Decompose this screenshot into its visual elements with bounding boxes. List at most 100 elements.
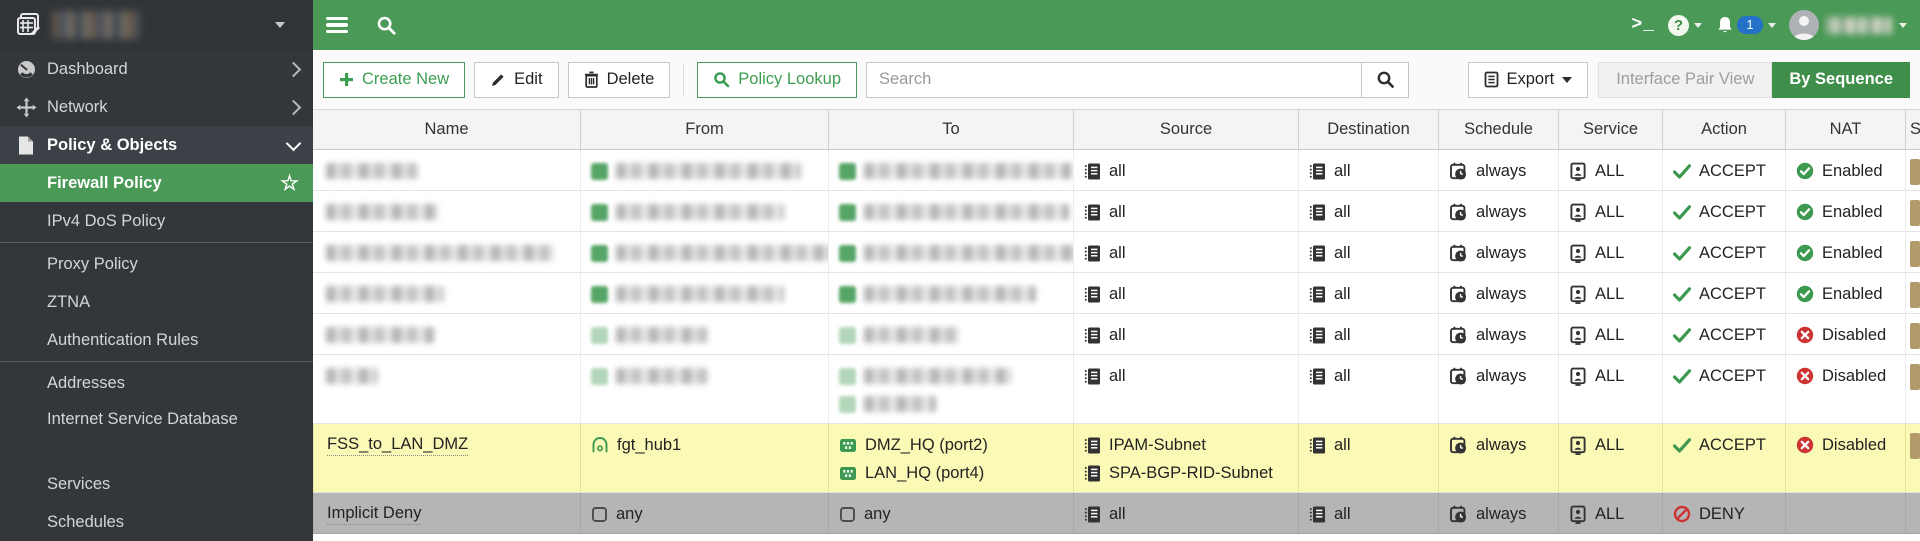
cell-security-profiles (1905, 424, 1920, 492)
sidebar-item-schedules[interactable]: Schedules (0, 503, 313, 541)
cell-entry: always (1449, 281, 1552, 307)
delete-button[interactable]: Delete (567, 61, 671, 98)
cell-entry: always (1449, 158, 1552, 184)
policy-row[interactable]: all all always ALL ACCEPT Disabled (313, 314, 1920, 355)
sidebar-item-label: Internet Service Database (47, 410, 238, 428)
column-header-overflow[interactable]: S (1905, 110, 1920, 149)
sidebar-item-network[interactable]: Network (0, 88, 313, 126)
address-book-icon (1309, 326, 1326, 345)
policy-row[interactable]: all all always ALL ACCEPT Disabled (313, 355, 1920, 424)
column-header-service[interactable]: Service (1558, 110, 1662, 149)
policy-row[interactable]: all all always ALL ACCEPT Enabled (313, 150, 1920, 191)
search-submit-icon[interactable] (1361, 62, 1408, 97)
sidebar-divider (0, 361, 313, 362)
column-header-from[interactable]: From (580, 110, 828, 149)
redacted-text (864, 396, 936, 412)
cell-entry (839, 240, 1073, 266)
export-caret-icon (1562, 76, 1573, 83)
policy-row[interactable]: all all always ALL ACCEPT Enabled (313, 232, 1920, 273)
column-header-source[interactable]: Source (1073, 110, 1298, 149)
column-header-schedule[interactable]: Schedule (1438, 110, 1558, 149)
cell-from (580, 232, 828, 272)
policy-name[interactable]: Implicit Deny (327, 504, 422, 525)
chevron-down-icon (285, 135, 302, 151)
create-new-button[interactable]: Create New (323, 61, 466, 98)
sidebar-item-internet-service-database[interactable]: Internet Service Database (0, 402, 267, 465)
policy-row[interactable]: FSS_to_LAN_DMZ fgt_hub1 DMZ_HQ (port2) LAN_… (313, 424, 1920, 493)
security-profile-chip (1910, 364, 1920, 390)
policy-row[interactable]: all all always ALL ACCEPT Enabled (313, 273, 1920, 314)
global-search-icon[interactable] (376, 15, 397, 36)
cell-text: ALL (1595, 161, 1625, 180)
column-header-nat[interactable]: NAT (1785, 110, 1905, 149)
cell-entry: Enabled (1796, 158, 1899, 184)
sidebar-item-authentication-rules[interactable]: Authentication Rules (0, 321, 313, 359)
address-book-icon (1309, 244, 1326, 263)
cell-nat: Enabled (1785, 232, 1905, 272)
view-toggle-by-sequence[interactable]: By Sequence (1772, 61, 1910, 98)
cell-text: DENY (1699, 504, 1745, 523)
cell-security-profiles (1905, 493, 1920, 533)
cell-action: ACCEPT (1662, 273, 1785, 313)
column-header-destination[interactable]: Destination (1298, 110, 1438, 149)
cell-source: all (1073, 493, 1298, 533)
enabled-icon (1796, 244, 1814, 262)
cell-source: IPAM-Subnet SPA-BGP-RID-Subnet (1073, 424, 1298, 492)
logo-row[interactable] (0, 0, 313, 50)
redacted-text (864, 245, 1073, 261)
cell-entry (839, 158, 1072, 184)
column-header-to[interactable]: To (828, 110, 1073, 149)
schedule-icon (1449, 436, 1468, 455)
cell-text: ALL (1595, 243, 1625, 262)
logo-caret-icon (275, 22, 285, 28)
cell-text: always (1476, 504, 1527, 523)
policy-search-input[interactable] (867, 70, 1361, 89)
cell-entry (591, 281, 822, 307)
policy-lookup-button[interactable]: Policy Lookup (697, 61, 857, 98)
redacted-policy-name (326, 368, 378, 384)
cell-text: SPA-BGP-RID-Subnet (1109, 463, 1273, 482)
sidebar-item-ztna[interactable]: ZTNA (0, 283, 313, 321)
accept-icon (1673, 286, 1691, 302)
cell-service: ALL (1558, 493, 1662, 533)
service-icon (1569, 203, 1587, 222)
cell-entry: ALL (1569, 501, 1656, 527)
cell-entry: all (1309, 158, 1432, 184)
sidebar-item-policy-objects[interactable]: Policy & Objects (0, 126, 313, 164)
view-toggle-interface-pair-view[interactable]: Interface Pair View (1598, 61, 1773, 98)
column-header-action[interactable]: Action (1662, 110, 1785, 149)
cell-text: LAN_HQ (port4) (865, 463, 985, 482)
cell-entry: all (1084, 281, 1292, 307)
sidebar-item-dashboard[interactable]: Dashboard (0, 50, 313, 88)
sidebar-item-firewall-policy[interactable]: Firewall Policy ☆ (0, 164, 313, 202)
address-book-icon (1309, 162, 1326, 181)
address-book-icon (1309, 505, 1326, 524)
cell-text: Disabled (1822, 366, 1887, 385)
help-menu[interactable]: ? (1668, 14, 1702, 36)
favorite-star-icon[interactable]: ☆ (280, 173, 299, 194)
export-button[interactable]: Export (1467, 61, 1589, 98)
logo-icon (14, 10, 44, 40)
redacted-policy-name (326, 204, 438, 220)
column-header-name[interactable]: Name (313, 110, 580, 149)
hamburger-menu-icon[interactable] (326, 16, 348, 34)
cell-service: ALL (1558, 314, 1662, 354)
sidebar-item-ipv4-dos-policy[interactable]: IPv4 DoS Policy (0, 202, 313, 240)
policy-row[interactable]: all all always ALL ACCEPT Enabled (313, 191, 1920, 232)
cell-source: all (1073, 232, 1298, 272)
cell-entry: Enabled (1796, 240, 1899, 266)
policy-name[interactable]: FSS_to_LAN_DMZ (327, 435, 469, 456)
sidebar-item-addresses[interactable]: Addresses (0, 364, 313, 402)
user-menu[interactable] (1789, 10, 1907, 40)
sidebar-item-services[interactable]: Services (0, 465, 313, 503)
cli-console-icon[interactable]: >_ (1631, 15, 1655, 35)
policy-search-box (866, 61, 1409, 98)
notifications-menu[interactable]: 1 (1715, 15, 1776, 36)
sidebar-item-label: ZTNA (47, 292, 91, 311)
policy-row[interactable]: Implicit Deny any any all all always ALL DENY (313, 493, 1920, 534)
cell-destination: all (1298, 355, 1438, 423)
sidebar-item-proxy-policy[interactable]: Proxy Policy (0, 245, 313, 283)
cell-from (580, 355, 828, 423)
edit-button[interactable]: Edit (474, 61, 559, 98)
cell-from: any (580, 493, 828, 533)
